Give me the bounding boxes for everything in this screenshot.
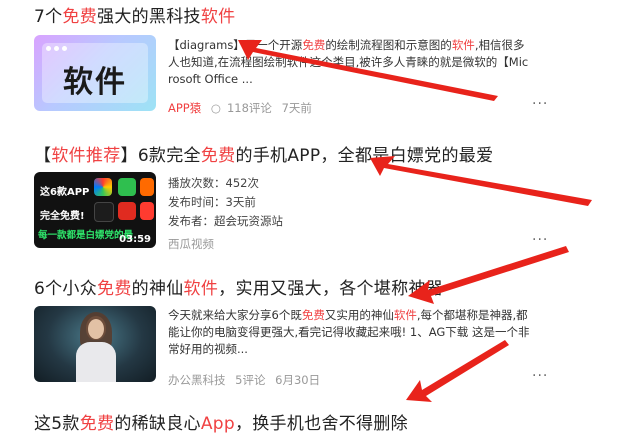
app-icon xyxy=(94,178,112,196)
result-snippet: 今天就来给大家分享6个既免费又实用的神仙软件,每个都堪称是神器,都 能让你的电脑… xyxy=(168,308,530,356)
video-duration: 03:59 xyxy=(119,234,151,245)
more-options-icon[interactable]: ··· xyxy=(532,96,548,112)
app-icon xyxy=(118,202,136,220)
more-options-icon[interactable]: ··· xyxy=(532,368,548,384)
video-thumbnail[interactable]: 这6款APP 完全免费! 每一款都是白嫖党的最 03:59 xyxy=(34,172,156,248)
thumbnail-text: 软件 xyxy=(63,65,127,100)
app-icon xyxy=(118,178,136,196)
video-info: 播放次数：452次 发布时间：3天前 发布者：超会玩资源站 xyxy=(168,176,283,228)
result-meta: APP猿 ○ 118评论 7天前 xyxy=(168,100,318,116)
result-thumbnail[interactable] xyxy=(34,306,156,382)
result-title[interactable]: 6个小众免费的神仙软件，实用又强大，各个堪称神器 xyxy=(34,278,443,300)
more-options-icon[interactable]: ··· xyxy=(532,232,548,248)
result-meta: 办公黑科技 5评论 6月30日 xyxy=(168,372,326,388)
person-body xyxy=(76,342,116,382)
window-dot-icon xyxy=(54,46,59,51)
result-title[interactable]: 7个免费强大的黑科技软件 xyxy=(34,6,235,28)
comment-count: 118评论 xyxy=(226,101,272,115)
source-name[interactable]: 西瓜视频 xyxy=(168,237,214,251)
comment-icon: ○ xyxy=(210,101,221,115)
window-dot-icon xyxy=(46,46,51,51)
app-icon xyxy=(140,178,154,196)
source-name[interactable]: 办公黑科技 xyxy=(168,373,226,387)
result-title[interactable]: 【软件推荐】6款完全免费的手机APP，全都是白嫖党的最爱 xyxy=(34,145,493,167)
result-thumbnail[interactable]: 软件 xyxy=(34,35,156,111)
video-caption: 这6款APP xyxy=(40,187,90,198)
source-name[interactable]: APP猿 xyxy=(168,101,201,115)
app-icon xyxy=(140,202,154,220)
comment-count: 5评论 xyxy=(235,373,266,387)
app-icon xyxy=(94,202,114,222)
result-meta: 西瓜视频 xyxy=(168,236,220,252)
result-title[interactable]: 这5款免费的稀缺良心App，换手机也舍不得删除 xyxy=(34,413,408,435)
window-dot-icon xyxy=(62,46,67,51)
result-snippet: 【diagrams】是一个开源免费的绘制流程图和示意图的软件,相信很多 人也知道… xyxy=(168,38,529,86)
publish-time: 6月30日 xyxy=(275,373,321,387)
person-face xyxy=(88,319,104,339)
publish-time: 7天前 xyxy=(281,101,312,115)
video-caption: 完全免费! xyxy=(40,211,85,222)
